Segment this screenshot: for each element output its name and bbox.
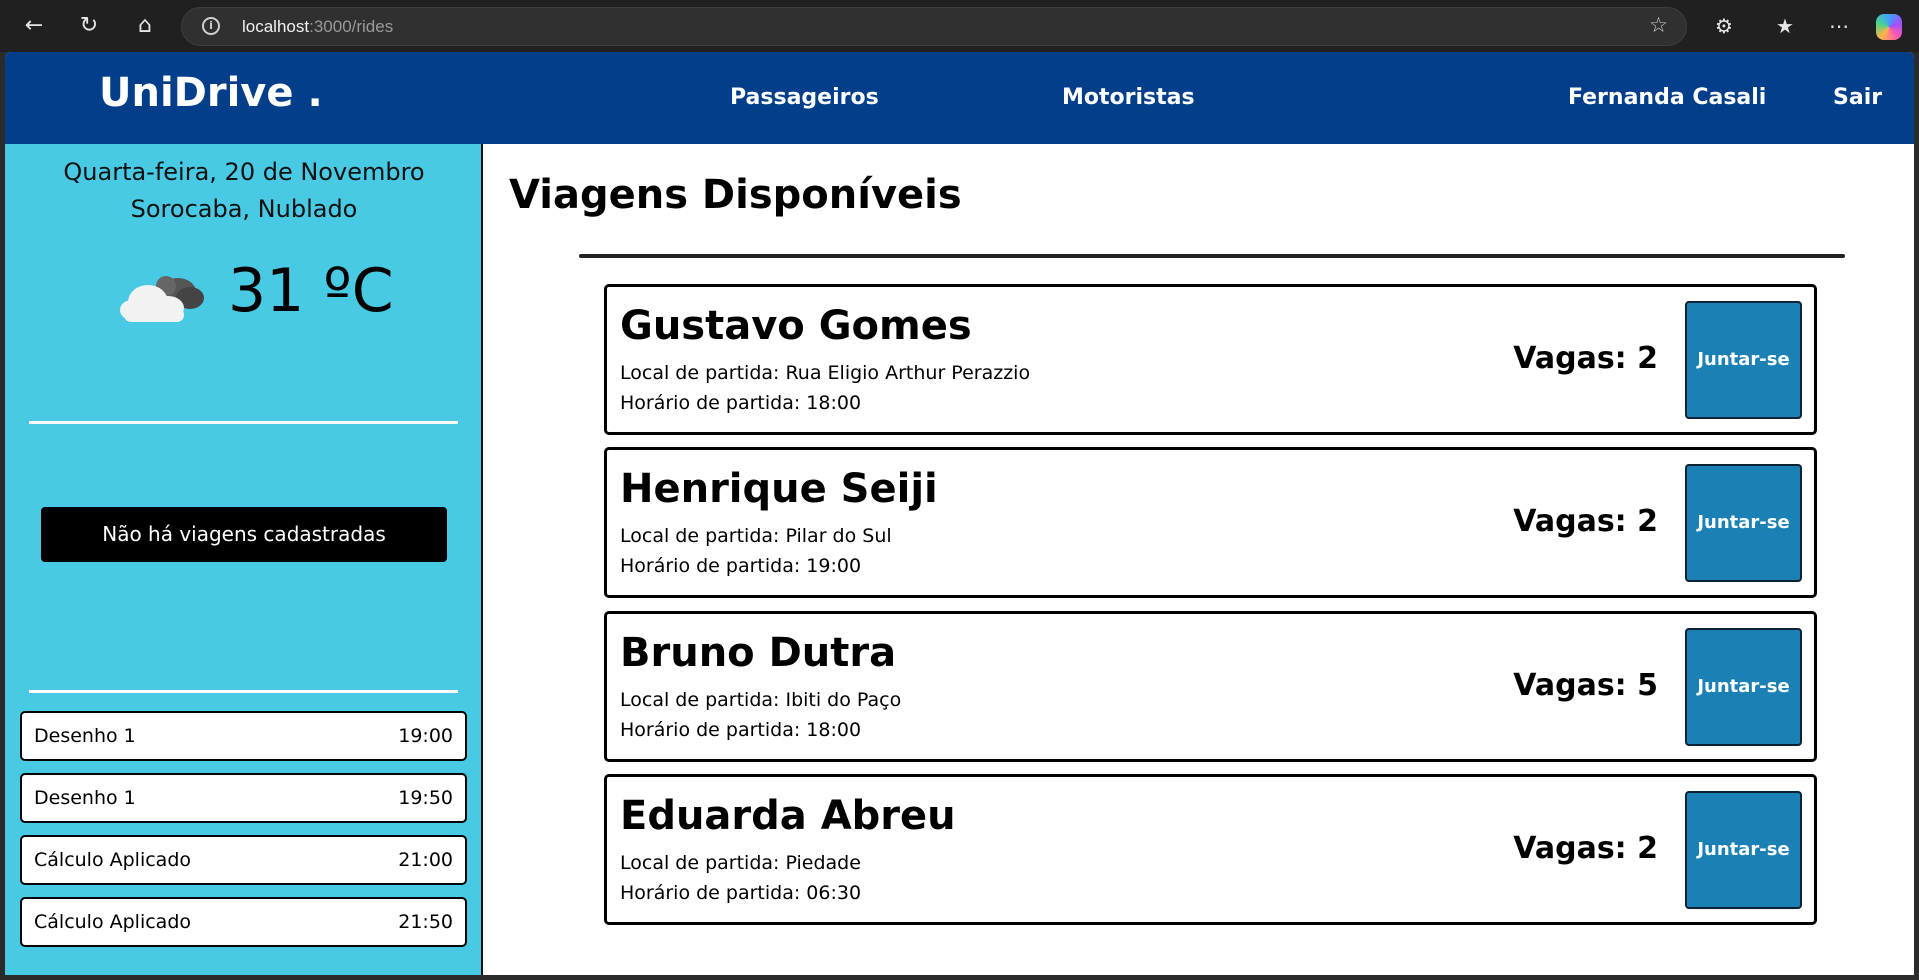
ride-card: Eduarda Abreu Local de partida: Piedade …: [604, 774, 1817, 925]
extensions-icon[interactable]: ⚙: [1707, 9, 1741, 43]
sidebar-divider: [29, 690, 458, 693]
back-arrow-icon[interactable]: ←: [17, 9, 51, 43]
main-content: Viagens Disponíveis Gustavo Gomes Local …: [483, 144, 1914, 975]
ride-card: Henrique Seiji Local de partida: Pilar d…: [604, 447, 1817, 598]
copilot-icon[interactable]: [1876, 14, 1902, 40]
logo[interactable]: UniDrive .: [99, 70, 323, 116]
url-text[interactable]: localhost:3000/rides: [242, 17, 393, 37]
list-item[interactable]: Cálculo Aplicado 21:00: [20, 835, 467, 885]
available-seats: Vagas: 2: [1513, 504, 1658, 539]
weather-widget: 31 ºC: [118, 256, 398, 326]
home-icon[interactable]: ⌂: [128, 9, 162, 43]
top-navbar: UniDrive . Passageiros Motoristas Fernan…: [5, 52, 1914, 144]
cloud-icon: [120, 276, 204, 322]
join-button[interactable]: Juntar-se: [1685, 791, 1802, 909]
address-bar[interactable]: i localhost:3000/rides ☆: [181, 7, 1687, 46]
join-button[interactable]: Juntar-se: [1685, 628, 1802, 746]
favorite-star-icon[interactable]: ☆: [1649, 13, 1668, 37]
available-seats: Vagas: 5: [1513, 668, 1658, 703]
browser-toolbar: ← ↻ ⌂ i localhost:3000/rides ☆ ⚙ ★ ⋯: [0, 0, 1919, 52]
temperature: 31 ºC: [228, 256, 394, 326]
user-name[interactable]: Fernanda Casali: [1568, 85, 1766, 110]
departure-location: Local de partida: Piedade: [620, 852, 861, 874]
departure-location: Local de partida: Rua Eligio Arthur Pera…: [620, 362, 1031, 384]
nav-passengers[interactable]: Passageiros: [730, 85, 879, 110]
departure-time: Horário de partida: 19:00: [620, 555, 862, 577]
join-button[interactable]: Juntar-se: [1685, 301, 1802, 419]
weather-location: Sorocaba, Nublado: [130, 195, 358, 223]
favorites-icon[interactable]: ★: [1768, 9, 1802, 43]
class-name: Desenho 1: [34, 787, 136, 809]
driver-name: Gustavo Gomes: [620, 303, 972, 349]
driver-name: Eduarda Abreu: [620, 793, 956, 839]
list-item[interactable]: Desenho 1 19:50: [20, 773, 467, 823]
departure-time: Horário de partida: 18:00: [620, 719, 862, 741]
site-info-icon[interactable]: i: [202, 17, 220, 35]
list-item[interactable]: Cálculo Aplicado 21:50: [20, 897, 467, 947]
available-seats: Vagas: 2: [1513, 831, 1658, 866]
ride-card: Gustavo Gomes Local de partida: Rua Elig…: [604, 284, 1817, 435]
current-date: Quarta-feira, 20 de Novembro: [63, 158, 425, 186]
list-item[interactable]: Desenho 1 19:00: [20, 711, 467, 761]
more-options-icon[interactable]: ⋯: [1822, 9, 1856, 43]
departure-location: Local de partida: Pilar do Sul: [620, 525, 892, 547]
empty-rides-message: Não há viagens cadastradas: [41, 507, 447, 562]
title-divider: [579, 254, 1845, 258]
class-time: 19:50: [398, 787, 453, 809]
class-time: 21:00: [398, 849, 453, 871]
class-name: Desenho 1: [34, 725, 136, 747]
reload-icon[interactable]: ↻: [72, 9, 106, 43]
departure-time: Horário de partida: 06:30: [620, 882, 862, 904]
join-button[interactable]: Juntar-se: [1685, 464, 1802, 582]
ride-card: Bruno Dutra Local de partida: Ibiti do P…: [604, 611, 1817, 762]
driver-name: Bruno Dutra: [620, 630, 897, 676]
departure-time: Horário de partida: 18:00: [620, 392, 862, 414]
class-time: 19:00: [398, 725, 453, 747]
sidebar-divider: [29, 421, 458, 424]
driver-name: Henrique Seiji: [620, 466, 938, 512]
sidebar: Quarta-feira, 20 de Novembro Sorocaba, N…: [5, 144, 483, 975]
page-title: Viagens Disponíveis: [509, 172, 962, 218]
available-seats: Vagas: 2: [1513, 341, 1658, 376]
class-time: 21:50: [398, 911, 453, 933]
class-name: Cálculo Aplicado: [34, 911, 192, 933]
nav-drivers[interactable]: Motoristas: [1062, 85, 1195, 110]
class-name: Cálculo Aplicado: [34, 849, 192, 871]
app-window: UniDrive . Passageiros Motoristas Fernan…: [5, 52, 1914, 975]
departure-location: Local de partida: Ibiti do Paço: [620, 689, 902, 711]
logout-link[interactable]: Sair: [1833, 85, 1882, 110]
